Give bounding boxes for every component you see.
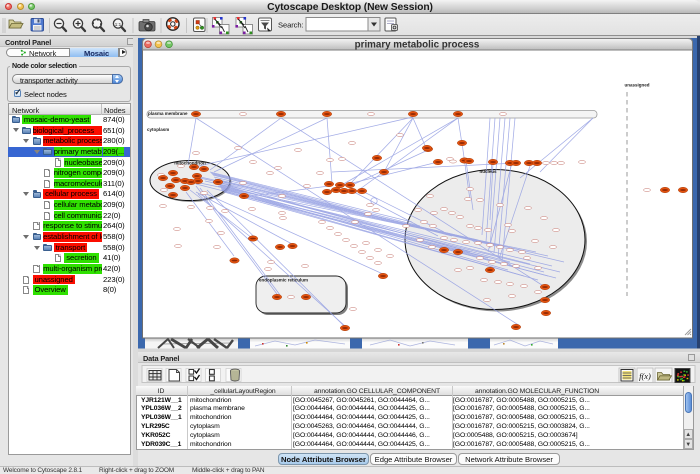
svg-text:mitochondrion: mitochondrion	[174, 161, 206, 166]
svg-text:nucleus: nucleus	[479, 169, 497, 174]
svg-text:plasma membrane: plasma membrane	[148, 111, 188, 116]
svg-text:unassigned: unassigned	[624, 83, 649, 88]
svg-text:endoplasmic reticulum: endoplasmic reticulum	[259, 278, 308, 283]
svg-text:f(x): f(x)	[639, 371, 651, 381]
svg-text:primary metabolic process: primary metabolic process	[355, 39, 480, 50]
svg-text:1:1: 1:1	[115, 22, 122, 27]
svg-text:Search:: Search:	[278, 20, 303, 29]
svg-text:cytoplasm: cytoplasm	[147, 127, 169, 132]
